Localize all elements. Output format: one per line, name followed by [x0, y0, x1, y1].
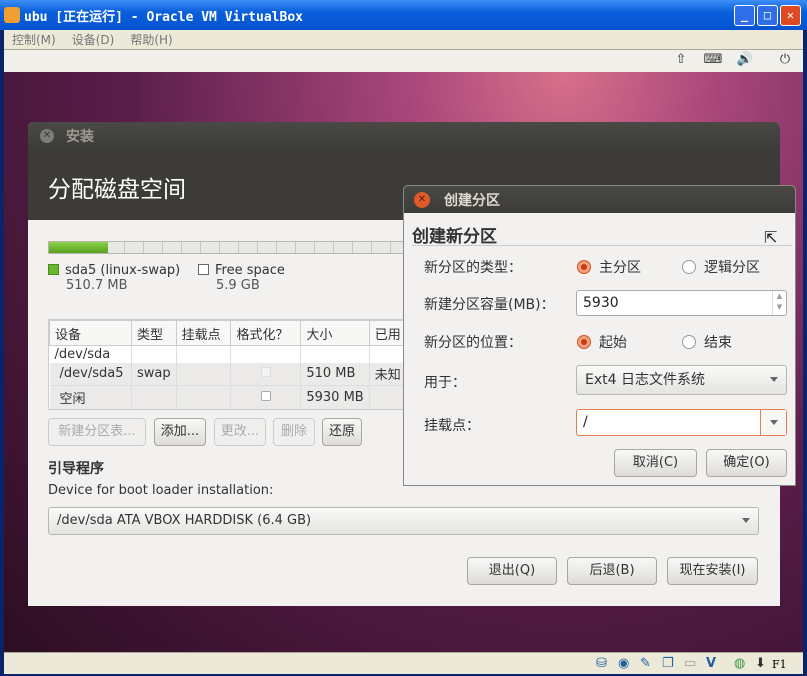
keyboard-capture-icon[interactable]: ⬇ — [755, 656, 766, 671]
dialog-titlebar: ✕ 创建分区 — [404, 186, 795, 213]
virtualbox-icon — [4, 7, 20, 23]
menu-control[interactable]: 控制(M) — [12, 31, 56, 48]
radio-logical[interactable]: 逻辑分区 — [682, 257, 760, 277]
close-icon[interactable]: ✕ — [414, 191, 430, 208]
installer-titlebar: ✕ 安装 — [28, 122, 780, 150]
radio-beginning[interactable]: 起始 — [577, 332, 627, 352]
mount-dropdown-button[interactable] — [760, 410, 786, 435]
swap-usage-fill — [49, 242, 109, 253]
swatch — [48, 264, 59, 275]
radio-icon — [682, 335, 696, 349]
installer-title: 安装 — [66, 129, 94, 145]
new-partition-table-button[interactable]: 新建分区表... — [48, 418, 146, 446]
mouse-integration-icon[interactable]: ◍ — [734, 656, 745, 671]
back-button[interactable]: 后退(B) — [567, 557, 657, 585]
add-button[interactable]: 添加... — [154, 418, 206, 446]
status-bar: ⛁ ◉ ✎ ❐ ▭ V ◍ ⬇ F1 — [4, 652, 803, 674]
type-label: 新分区的类型： — [424, 260, 522, 276]
maximize-button[interactable]: □ — [757, 5, 778, 26]
stepper-arrows-icon[interactable]: ▲ ▼ — [772, 291, 786, 315]
vrde-icon[interactable]: V — [706, 656, 716, 671]
shared-folder-icon[interactable]: ▭ — [684, 656, 696, 671]
usb-icon[interactable]: ✎ — [640, 656, 651, 671]
close-icon[interactable]: ✕ — [40, 129, 54, 143]
revert-button[interactable]: 还原 — [322, 418, 362, 446]
mouse-cursor-icon: ⇱ — [764, 228, 778, 247]
location-label: 新分区的位置： — [424, 335, 522, 351]
use-as-select[interactable]: Ext4 日志文件系统 — [576, 365, 787, 395]
dialog-title: 创建分区 — [444, 192, 500, 209]
mount-point-label: 挂载点： — [424, 418, 480, 434]
minimize-button[interactable]: _ — [734, 5, 755, 26]
swatch — [198, 264, 209, 275]
legend-free: Free space 5.9 GB — [198, 263, 285, 293]
bootloader-device-select[interactable]: /dev/sda ATA VBOX HARDDISK (6.4 GB) — [48, 507, 759, 535]
format-checkbox[interactable] — [260, 367, 271, 378]
quit-button[interactable]: 退出(Q) — [467, 557, 557, 585]
host-key-label: F1 — [772, 658, 787, 671]
dialog-heading: 创建新分区 — [412, 227, 497, 247]
radio-icon — [682, 260, 696, 274]
chevron-down-icon — [770, 419, 778, 429]
harddisk-icon[interactable]: ⛁ — [596, 656, 607, 671]
chevron-down-icon — [770, 377, 778, 386]
delete-button[interactable]: 删除 — [273, 418, 315, 446]
radio-selected-icon — [577, 335, 591, 349]
create-partition-dialog: ✕ 创建分区 创建新分区 新分区的类型： 主分区 逻辑分区 新建分区容量(MB)：… — [403, 185, 796, 486]
size-label: 新建分区容量(MB)： — [424, 297, 555, 313]
bootloader-label: Device for boot loader installation: — [48, 483, 274, 498]
menu-help[interactable]: 帮助(H) — [130, 31, 172, 48]
radio-end[interactable]: 结束 — [682, 332, 732, 352]
bootloader-heading: 引导程序 — [48, 461, 104, 477]
legend-swap: sda5 (linux-swap) 510.7 MB — [48, 263, 180, 293]
cdrom-icon[interactable]: ◉ — [618, 656, 629, 671]
radio-primary[interactable]: 主分区 — [577, 257, 641, 277]
menu-bar: 控制(M) 设备(D) 帮助(H) — [4, 30, 803, 50]
window-title: ubu [正在运行] - Oracle VM VirtualBox — [24, 9, 303, 25]
ok-button[interactable]: 确定(O) — [706, 449, 787, 477]
network-icon[interactable]: ❐ — [662, 656, 674, 671]
network-icon[interactable]: ⇧ — [668, 52, 694, 72]
cancel-button[interactable]: 取消(C) — [614, 449, 697, 477]
menu-devices[interactable]: 设备(D) — [72, 31, 115, 48]
window-titlebar: ubu [正在运行] - Oracle VM VirtualBox _ □ ✕ — [0, 0, 807, 30]
volume-icon[interactable]: 🔊 — [732, 52, 758, 72]
keyboard-icon[interactable]: ⌨ — [700, 52, 726, 72]
power-icon[interactable]: ⏻ — [772, 52, 798, 72]
mount-point-combo[interactable]: / — [576, 409, 787, 436]
install-now-button[interactable]: 现在安装(I) — [667, 557, 758, 585]
change-button[interactable]: 更改... — [214, 418, 266, 446]
divider — [412, 245, 792, 246]
radio-selected-icon — [577, 260, 591, 274]
use-as-label: 用于： — [424, 375, 466, 391]
close-button[interactable]: ✕ — [780, 5, 801, 26]
format-checkbox[interactable] — [260, 390, 271, 401]
chevron-down-icon — [742, 518, 750, 527]
size-spinbutton[interactable]: 5930 ▲ ▼ — [576, 290, 787, 316]
vm-toolbar: ⇧ ⌨ 🔊 ⏻ — [4, 50, 803, 72]
